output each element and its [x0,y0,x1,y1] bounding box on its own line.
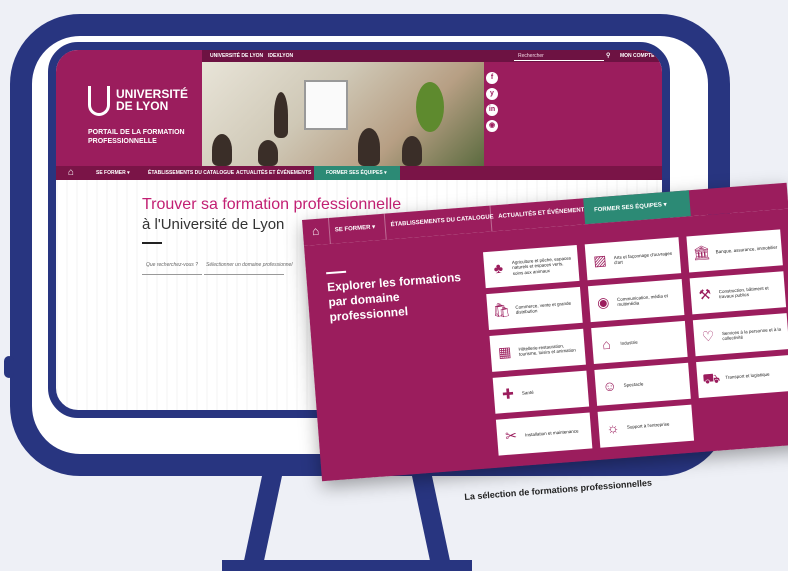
tile-label: Transport et logistique [725,371,770,381]
facebook-icon[interactable]: f [486,72,498,84]
overlay-caption: La sélection de formations professionnel… [464,477,653,502]
top-search-placeholder: Rechercher [518,53,544,59]
domain-overlay-card: ⌂ SE FORMER ▾ ÉTABLISSEMENTS DU CATALOGU… [302,182,788,482]
picture-icon: ▨ [592,251,608,269]
tile-label: Hôtellerie-restauration, tourisme, loisi… [518,342,576,357]
truck-icon: ⛟ [701,369,721,387]
domain-tile-installation[interactable]: ✂ Installation et maintenance [495,412,593,456]
site-header: UNIVERSITÉ DE LYON PORTAIL DE LA FORMATI… [56,50,662,166]
tile-label: Santé [521,390,534,396]
overlay-nav-se-former[interactable]: SE FORMER ▾ [335,223,376,233]
camera-icon: ◉ [596,293,610,311]
tile-label: Banque, assurance, immobilier [715,244,778,255]
domain-tile-communication[interactable]: ◉ Communication, média et multimédia [587,279,685,323]
hero-photo [202,62,484,166]
bank-icon: 🏛 [692,243,712,262]
attendee [258,140,278,166]
monitor-stand-base [222,560,472,571]
attendee [402,136,422,166]
domain-tile-services[interactable]: ♡ Services à la personne et à la collect… [692,313,788,357]
helping-hand-icon: ♡ [701,327,715,345]
monitor-stand-right [412,476,453,571]
domain-tile-banque[interactable]: 🏛 Banque, assurance, immobilier [686,229,783,273]
domain-tile-transport[interactable]: ⛟ Transport et logistique [696,354,788,399]
attendee [358,128,380,166]
domain-tile-sante[interactable]: ✚ Santé [492,370,590,414]
home-icon[interactable]: ⌂ [68,167,74,179]
plant [416,82,444,132]
tile-label: Industrie [620,339,638,347]
youtube-icon[interactable]: y [486,88,498,100]
top-search-input[interactable]: Rechercher [514,51,604,61]
logo-text: UNIVERSITÉ DE LYON [116,88,188,112]
nav-former-equipes[interactable]: FORMER SES ÉQUIPES ▾ [326,170,387,176]
attendee [212,134,232,166]
main-nav: ⌂ SE FORMER ▾ ÉTABLISSEMENTS DU CATALOGU… [56,166,662,180]
link-universite[interactable]: UNIVERSITÉ DE LYON [210,53,263,59]
logo-line-2: DE LYON [116,99,169,113]
domain-tile-commerce[interactable]: 🛍 Commerce, vente et grande distribution [486,286,583,330]
presenter [274,92,288,138]
tree-icon: ♣ [493,259,504,277]
theatre-masks-icon: ☺ [601,377,618,395]
presentation-board [304,80,348,130]
nav-separator [327,217,331,244]
section-divider [326,270,347,275]
page-subtitle: à l'Université de Lyon [142,216,285,233]
tile-label: Installation et maintenance [524,428,579,438]
nav-actualites[interactable]: ACTUALITÉS ET ÉVÉNEMENTS [236,170,311,176]
gear-icon: ☼ [605,419,620,437]
link-idexlyon[interactable]: IDEXLYON [268,53,293,59]
domain-select[interactable]: Sélectionner un domaine professionnel [206,262,292,268]
domain-tile-hotellerie[interactable]: ▦ Hôtellerie-restauration, tourisme, loi… [489,328,586,372]
hotel-icon: ▦ [497,343,512,361]
page-title: Trouver sa formation professionnelle [142,196,402,213]
home-icon[interactable]: ⌂ [311,224,319,239]
tile-label: Commerce, vente et grande distribution [515,300,572,315]
tile-label: Services à la personne et à la collectiv… [721,326,782,342]
tile-label: Agriculture et pêche, espaces naturels e… [511,255,572,276]
linkedin-icon[interactable]: in [486,104,498,116]
nav-separator [383,213,387,240]
tile-label: Support à l'entreprise [626,421,670,430]
domain-tile-industrie[interactable]: ⌂ Industrie [591,320,688,365]
shopping-bag-icon: 🛍 [492,301,511,319]
tile-label: Arts et façonnage d'ouvrages d'art [613,250,673,266]
domain-tile-construction[interactable]: ⚒ Construction, bâtiment et travaux publ… [689,271,787,315]
search-query-underline [142,274,202,275]
wrench-icon: ✂ [504,427,518,445]
university-emblem-icon [88,86,110,116]
search-icon[interactable]: ⚲ [606,52,610,59]
search-query-input[interactable]: Que recherchez-vous ? [146,262,198,268]
domain-tile-spectacle[interactable]: ☺ Spectacle [594,362,691,406]
monitor-stand-left [241,476,282,571]
nav-se-former[interactable]: SE FORMER ▾ [96,170,130,176]
tile-label: Construction, bâtiment et travaux public… [718,285,769,300]
portal-title: PORTAIL DE LA FORMATION PROFESSIONNELLE [88,129,185,145]
domain-tile-agriculture[interactable]: ♣ Agriculture et pêche, espaces naturels… [483,244,580,289]
overlay-nav-etablissements[interactable]: ÉTABLISSEMENTS DU CATALOGUE [390,214,493,228]
nav-etablissements[interactable]: ÉTABLISSEMENTS DU CATALOGUE [148,170,234,176]
tile-label: Spectacle [623,381,644,389]
overlay-nav-actualites[interactable]: ACTUALITÉS ET ÉVÉNEMENTS [498,207,589,220]
account-link[interactable]: MON COMPTE [620,53,654,59]
factory-icon: ⌂ [601,335,612,353]
top-bar: UNIVERSITÉ DE LYON IDEXLYON Rechercher ⚲… [202,50,662,62]
monitor-button [4,356,14,378]
domain-tile-support[interactable]: ☼ Support à l'entreprise [597,404,695,448]
instagram-icon[interactable]: ◉ [486,120,498,132]
tools-icon: ⚒ [698,285,712,303]
domain-select-underline [204,274,284,275]
health-icon: ✚ [501,385,515,403]
overlay-content: Explorer les formations par domaine prof… [303,208,788,482]
title-divider [142,242,162,244]
domain-tile-arts[interactable]: ▨ Arts et façonnage d'ouvrages d'art [584,237,682,281]
section-title: Explorer les formations par domaine prof… [326,269,462,325]
tile-label: Communication, média et multimédia [616,292,669,308]
